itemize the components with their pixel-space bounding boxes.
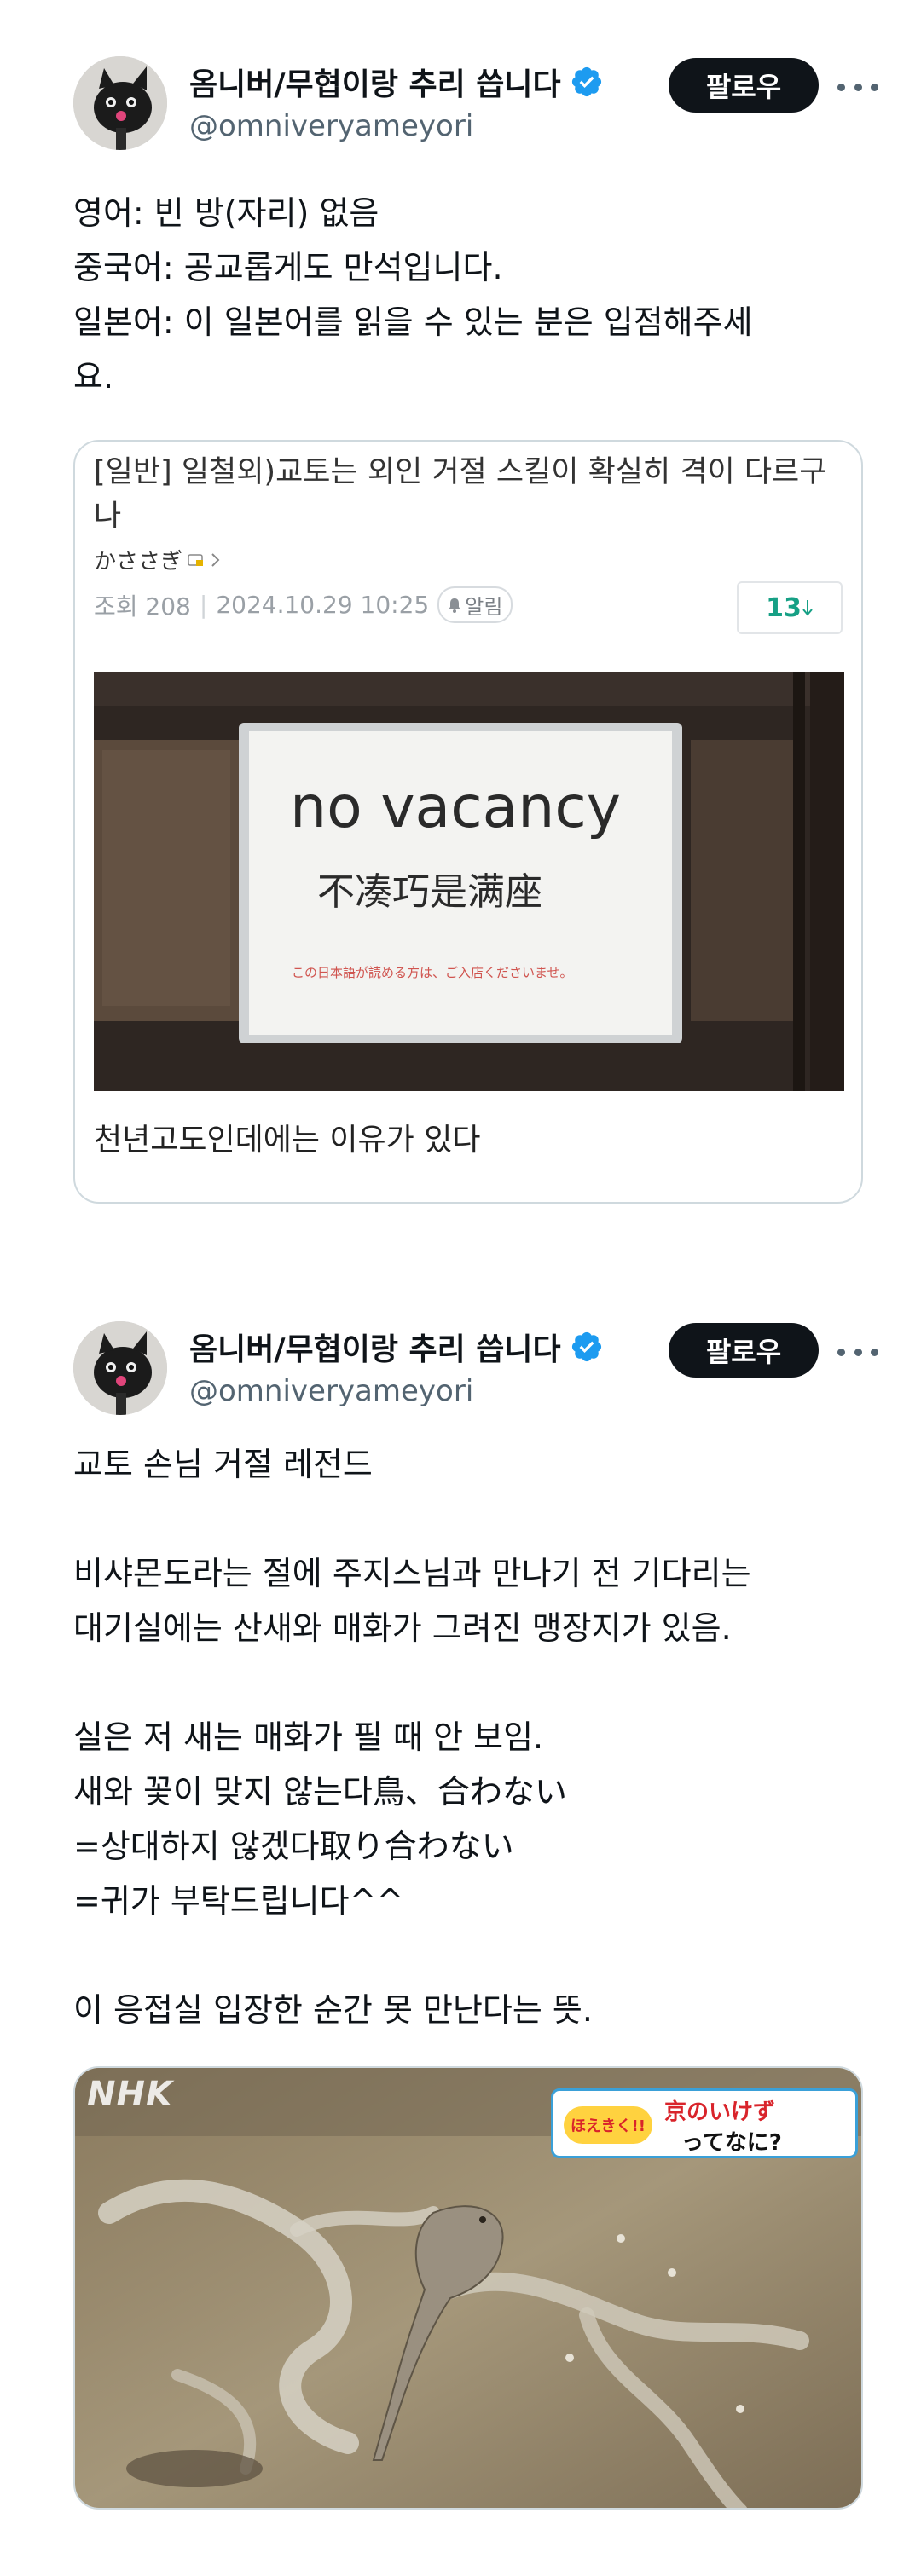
tweet-text-line: 요. bbox=[73, 358, 114, 396]
tweet-text-line: 중국어: 공교롭게도 만석입니다. bbox=[73, 249, 503, 286]
author-name[interactable]: 옴니버/무협이랑 추리 씁니다 bbox=[189, 1325, 604, 1369]
post-meta: 조회 208 | 2024.10.29 10:25 알림 bbox=[94, 586, 513, 623]
comment-count: 13 bbox=[766, 592, 802, 623]
follow-button[interactable]: 팔로우 bbox=[669, 1323, 819, 1378]
quoted-post-card[interactable]: [일반] 일철외)교토는 외인 거절 스킬이 확실히 격이 다르구나 かささぎ … bbox=[73, 440, 863, 1204]
tweet-text-line: 교토 손님 거절 레전드 bbox=[73, 1446, 373, 1483]
tweet-text-line: 새와 꽃이 맞지 않는다鳥、合わない bbox=[73, 1773, 567, 1811]
post-caption: 천년고도인데에는 이유가 있다 bbox=[94, 1123, 481, 1158]
author-info: 옴니버/무협이랑 추리 씁니다 @omniveryameyori bbox=[189, 60, 604, 143]
more-options-icon[interactable] bbox=[837, 78, 878, 95]
post-datetime: 2024.10.29 10:25 bbox=[216, 591, 430, 619]
tweet-text: 영어: 빈 방(자리) 없음 중국어: 공교롭게도 만석입니다. 일본어: 이 … bbox=[73, 186, 858, 404]
author-avatar[interactable] bbox=[73, 56, 167, 150]
tv-caption-banner: ほえきく!! 京のいけず ってなに? bbox=[551, 2088, 858, 2158]
sign-english-text: no vacancy bbox=[290, 774, 622, 841]
view-count: 조회 208 bbox=[94, 592, 191, 621]
tv-caption-title: 京のいけず bbox=[664, 2099, 776, 2125]
tv-caption-subtitle: ってなに? bbox=[681, 2130, 782, 2156]
tweet-text-line: 이 응접실 입장한 순간 못 만난다는 뜻. bbox=[73, 1991, 593, 2029]
tweet-text-line: 비샤몬도라는 절에 주지스님과 만나기 전 기다리는 bbox=[73, 1555, 751, 1592]
author-handle[interactable]: @omniveryameyori bbox=[189, 109, 604, 143]
member-badge-icon bbox=[188, 553, 204, 566]
verified-badge-icon bbox=[571, 1331, 601, 1362]
comment-count-button[interactable]: 13 bbox=[737, 581, 843, 634]
alarm-button[interactable]: 알림 bbox=[437, 586, 513, 623]
post-title: [일반] 일철외)교토는 외인 거절 스킬이 확실히 격이 다르구나 bbox=[94, 455, 827, 534]
sign-japanese-text: この日本語が読める方は、ご入店くださいませ。 bbox=[292, 965, 573, 980]
arrow-down-icon bbox=[802, 600, 813, 616]
author-handle[interactable]: @omniveryameyori bbox=[189, 1374, 604, 1408]
author-info: 옴니버/무협이랑 추리 씁니다 @omniveryameyori bbox=[189, 1325, 604, 1408]
tweet-text-line: 실은 저 새는 매화가 필 때 안 보임. bbox=[73, 1718, 544, 1756]
chevron-right-icon bbox=[211, 552, 220, 567]
tweet-text-line: 대기실에는 산새와 매화가 그려진 맹장지가 있음. bbox=[73, 1609, 732, 1647]
display-name-text: 옴니버/무협이랑 추리 씁니다 bbox=[189, 67, 561, 102]
author-name[interactable]: 옴니버/무협이랑 추리 씁니다 bbox=[189, 60, 604, 104]
tweet-text-line: =귀가 부탁드립니다^^ bbox=[73, 1882, 404, 1920]
bell-icon bbox=[449, 598, 461, 613]
display-name-text: 옴니버/무협이랑 추리 씁니다 bbox=[189, 1332, 561, 1367]
more-options-icon[interactable] bbox=[837, 1343, 878, 1360]
verified-badge-icon bbox=[571, 66, 601, 97]
nhk-watermark: NHK bbox=[87, 2075, 173, 2114]
program-logo: ほえきく!! bbox=[564, 2106, 652, 2144]
author-avatar[interactable] bbox=[73, 1321, 167, 1415]
tweet-text-line: 영어: 빈 방(자리) 없음 bbox=[73, 194, 379, 232]
sign-chinese-text: 不凑巧是满座 bbox=[317, 870, 542, 914]
no-vacancy-sign-photo: no vacancy 不凑巧是满座 この日本語が読める方は、ご入店くださいませ。 bbox=[94, 672, 844, 1091]
tweet-text-line: 일본어: 이 일본어를 읽을 수 있는 분은 입점해주세 bbox=[73, 303, 753, 341]
post-author-name: かささぎ bbox=[94, 549, 183, 575]
follow-button[interactable]: 팔로우 bbox=[669, 58, 819, 113]
post-author: かささぎ bbox=[94, 544, 222, 575]
tweet-text-line: =상대하지 않겠다取り合わない bbox=[73, 1828, 514, 1865]
alarm-label: 알림 bbox=[465, 595, 503, 619]
tweet-media-image[interactable]: NHK ほえきく!! 京のいけず ってなに? bbox=[73, 2066, 863, 2510]
tweet-text: 교토 손님 거절 레전드 비샤몬도라는 절에 주지스님과 만나기 전 기다리는 … bbox=[73, 1437, 858, 2037]
meta-divider: | bbox=[199, 591, 208, 619]
